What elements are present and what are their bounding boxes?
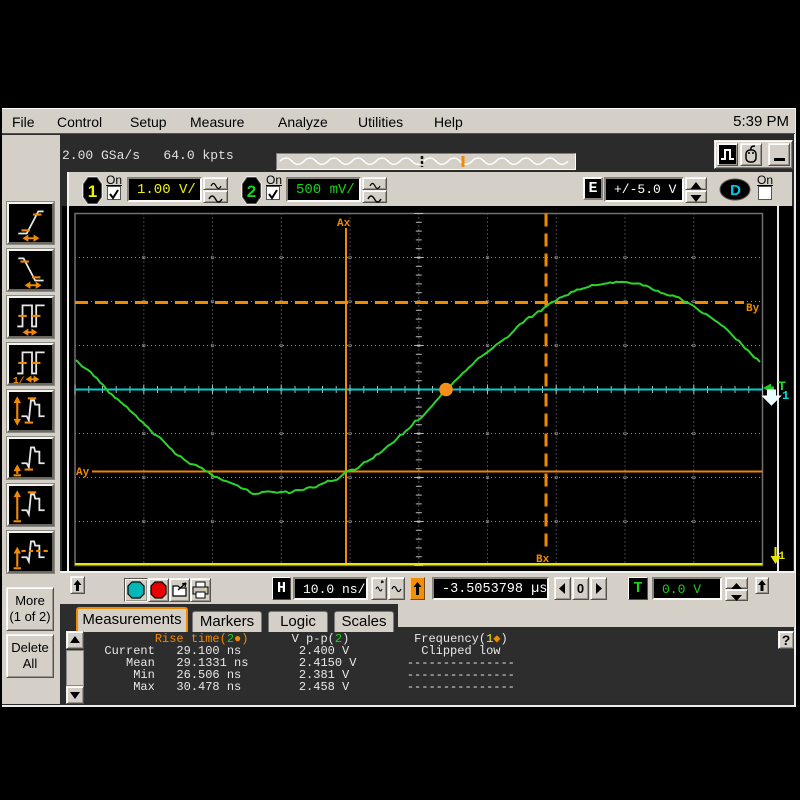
svg-text:1: 1 bbox=[779, 551, 786, 563]
svg-text:Ay: Ay bbox=[76, 467, 90, 479]
svg-text:1: 1 bbox=[782, 389, 789, 403]
svg-text:1: 1 bbox=[88, 182, 97, 201]
svg-text:By: By bbox=[746, 303, 760, 315]
svg-text:1/: 1/ bbox=[13, 375, 25, 383]
svg-text:2: 2 bbox=[247, 182, 256, 201]
svg-text:Ax: Ax bbox=[337, 218, 351, 230]
svg-text:D: D bbox=[730, 182, 741, 199]
